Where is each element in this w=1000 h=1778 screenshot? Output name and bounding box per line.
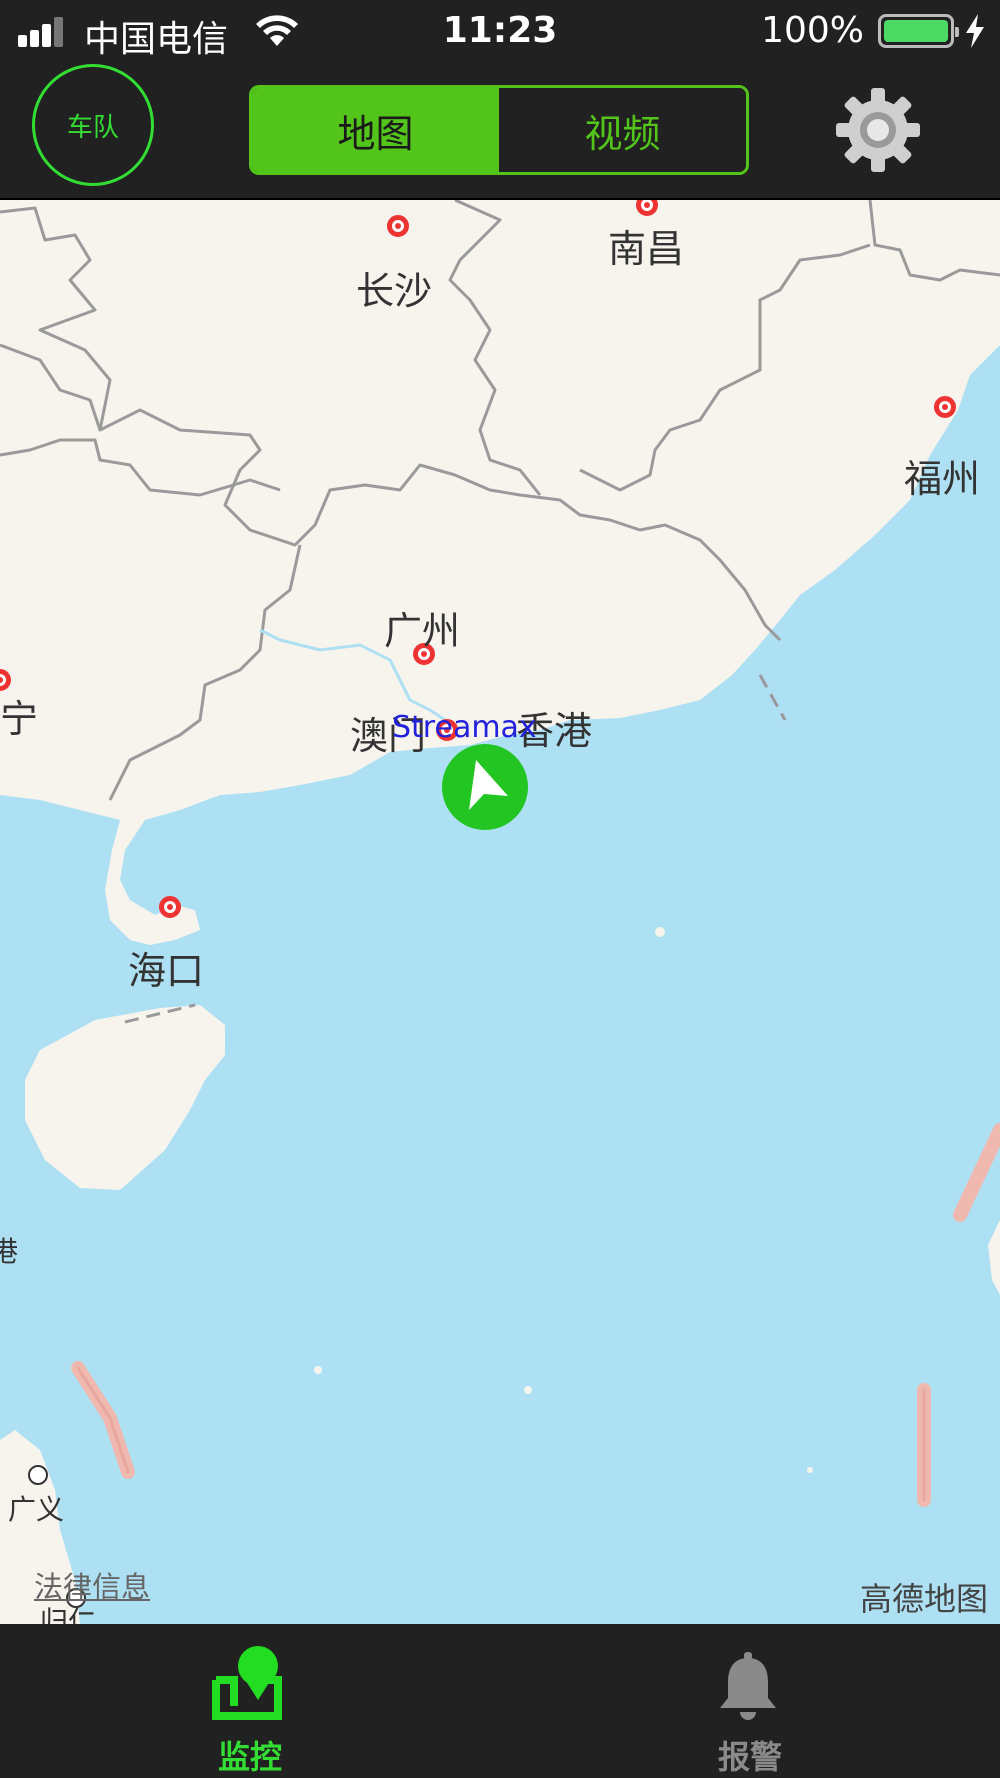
tab-alarm-label: 报警 xyxy=(717,1738,782,1776)
legal-info-link[interactable]: 法律信息 xyxy=(34,1564,150,1606)
settings-gear-icon[interactable] xyxy=(832,84,924,176)
city-label-haikou: 海口 xyxy=(128,949,205,993)
tab-monitor-label: 监控 xyxy=(217,1738,282,1776)
navigation-bar: 车队 地图 视频 xyxy=(0,62,1000,200)
vehicle-marker[interactable] xyxy=(442,744,528,830)
battery-percentage: 100% xyxy=(761,10,864,51)
tab-alarm[interactable]: 报警 xyxy=(500,1624,1000,1778)
city-marker-fuzhou xyxy=(934,396,956,418)
bottom-tab-bar: 监控 报警 xyxy=(0,1624,1000,1778)
battery-icon xyxy=(878,14,959,48)
map-provider-logo: 高德地图 xyxy=(859,1580,988,1618)
city-marker-haikou xyxy=(159,896,181,918)
tab-video[interactable]: 视频 xyxy=(499,88,746,172)
city-label-nanning: 宁 xyxy=(0,697,39,741)
map-land-layer xyxy=(0,200,1000,1624)
city-label-nanchang: 南昌 xyxy=(608,227,685,271)
monitor-icon xyxy=(212,1646,282,1720)
fleet-button[interactable]: 车队 xyxy=(32,64,154,186)
city-label-changsha: 长沙 xyxy=(356,269,433,313)
bell-icon xyxy=(720,1652,776,1720)
city-marker-changsha xyxy=(387,215,409,237)
charging-bolt-icon xyxy=(966,14,984,48)
tab-map[interactable]: 地图 xyxy=(252,88,499,172)
view-segmented-control: 地图 视频 xyxy=(249,85,749,175)
city-label-gang: 港 xyxy=(0,1235,19,1268)
tab-monitor[interactable]: 监控 xyxy=(0,1624,500,1778)
navigation-arrow-icon xyxy=(469,760,508,810)
city-label-guangyi: 广义 xyxy=(8,1493,65,1526)
city-label-guangzhou: 广州 xyxy=(384,609,461,653)
vehicle-name-label: Streamax xyxy=(392,710,537,745)
status-bar: 中国电信 11:23 100% xyxy=(0,0,1000,62)
map-view[interactable]: 南昌 长沙 福州 广州 宁 澳门 香港 海口 港 广义 归仁 Streamax … xyxy=(0,200,1000,1624)
city-label-fuzhou: 福州 xyxy=(904,457,981,501)
